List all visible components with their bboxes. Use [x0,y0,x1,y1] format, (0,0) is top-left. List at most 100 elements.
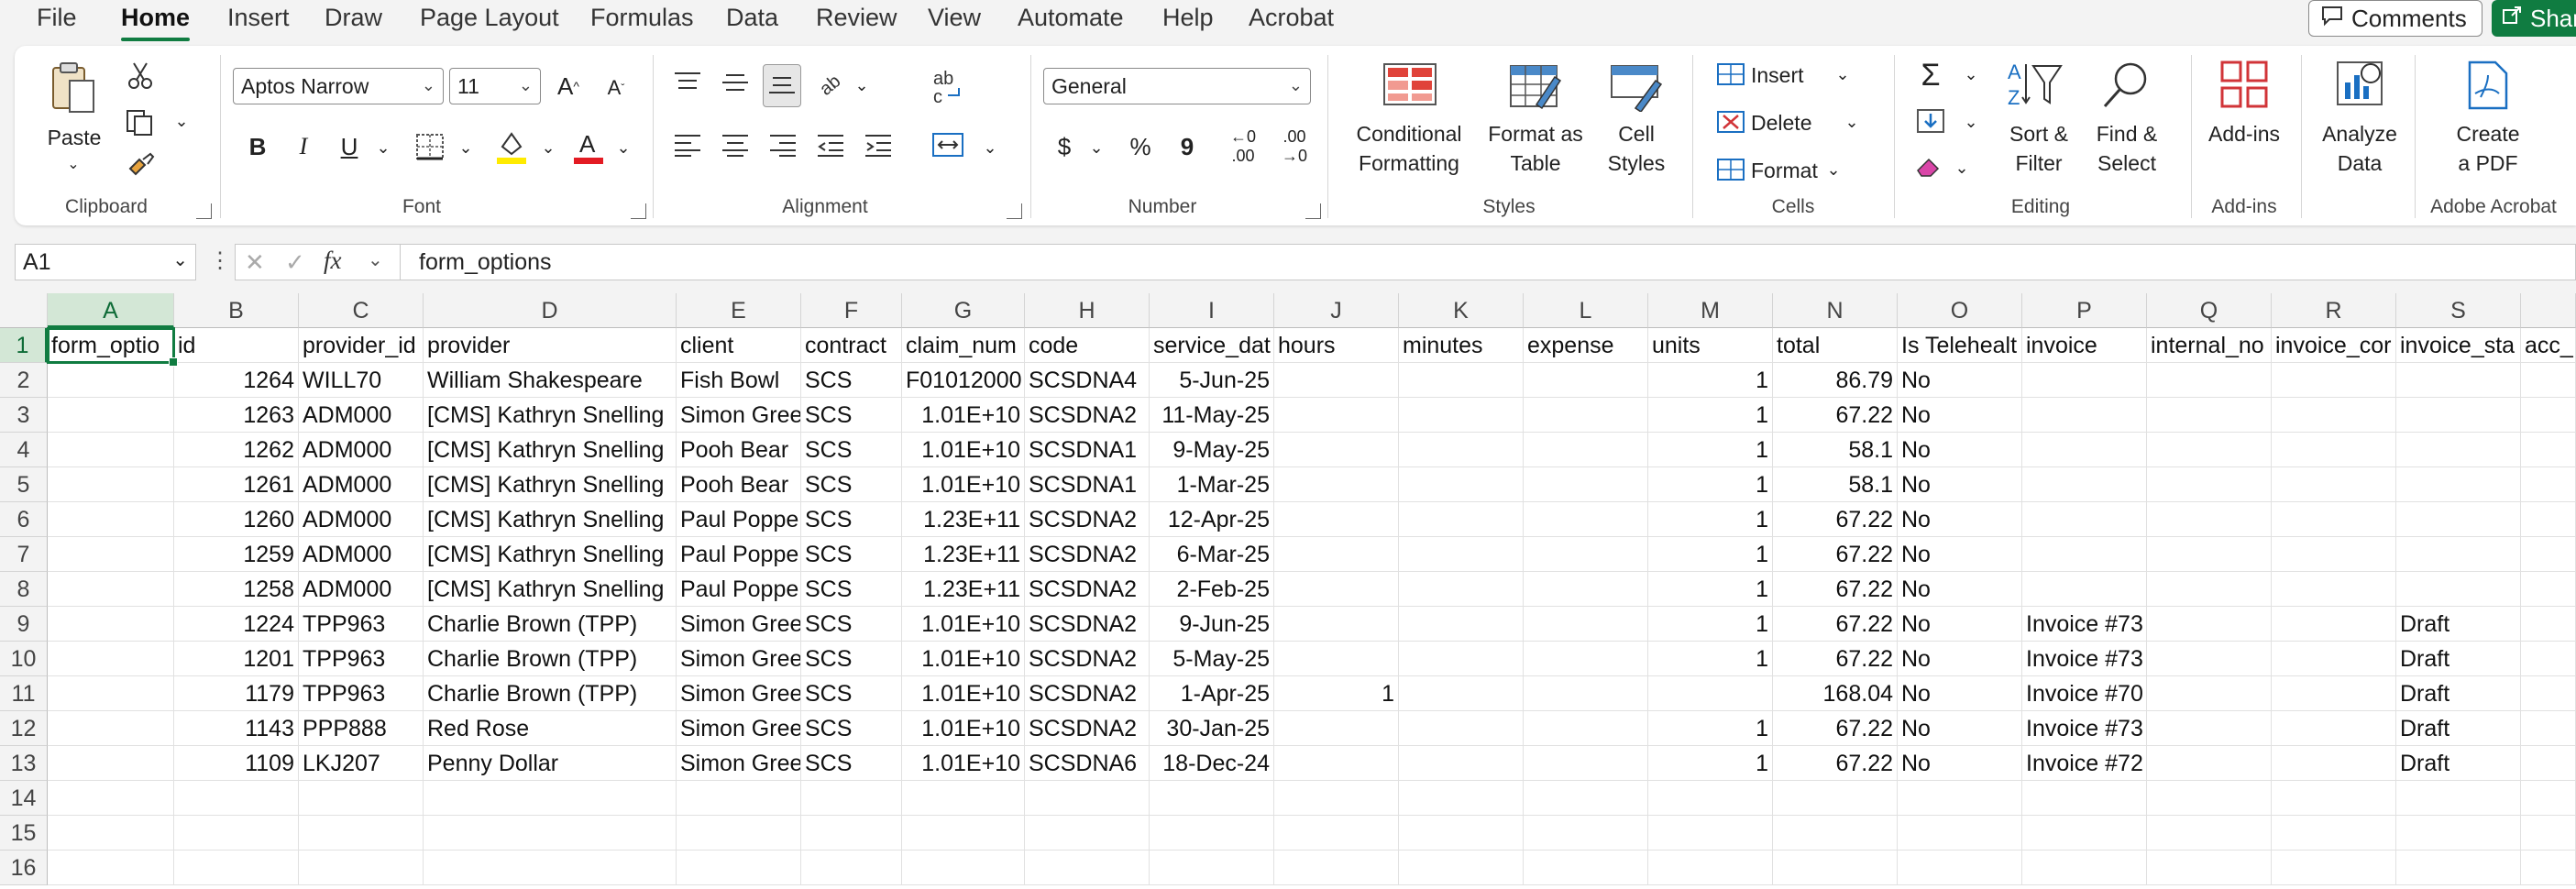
cell-q6[interactable] [2147,502,2272,537]
cell-k14[interactable] [1399,781,1524,816]
cell-b3[interactable]: 1263 [174,398,299,433]
insert-cells-label[interactable]: Insert [1751,60,1815,90]
cell-k9[interactable] [1399,607,1524,642]
row-header[interactable]: 10 [0,642,48,676]
cell-l15[interactable] [1524,816,1648,851]
cell-f13[interactable]: SCS [801,746,902,781]
cell-o16[interactable] [1898,851,2022,885]
cell-m11[interactable] [1648,676,1773,711]
cell-g10[interactable]: 1.01E+10 [902,642,1025,676]
cell-m9[interactable]: 1 [1648,607,1773,642]
row-header[interactable]: 13 [0,746,48,781]
cell-n4[interactable]: 58.1 [1773,433,1898,467]
cell-i9[interactable]: 9-Jun-25 [1150,607,1274,642]
cell-h5[interactable]: SCSDNA1 [1025,467,1150,502]
cell-p10[interactable]: Invoice #73 [2022,642,2147,676]
cell-k7[interactable] [1399,537,1524,572]
cell-l5[interactable] [1524,467,1648,502]
cell-e15[interactable] [677,816,801,851]
cell-styles-icon[interactable] [1610,62,1665,116]
cell-h12[interactable]: SCSDNA2 [1025,711,1150,746]
fill-icon[interactable] [1916,108,1945,138]
cell-d9[interactable]: Charlie Brown (TPP) [424,607,677,642]
cell-c5[interactable]: ADM000 [299,467,424,502]
cell-d8[interactable]: [CMS] Kathryn Snelling [424,572,677,607]
cell-c12[interactable]: PPP888 [299,711,424,746]
cell-j10[interactable] [1274,642,1399,676]
cell-c16[interactable] [299,851,424,885]
cell-m15[interactable] [1648,816,1773,851]
cell-r14[interactable] [2272,781,2396,816]
cell-m5[interactable]: 1 [1648,467,1773,502]
menu-tab-page-layout[interactable]: Page Layout [420,4,559,32]
cell-f12[interactable]: SCS [801,711,902,746]
cell-r4[interactable] [2272,433,2396,467]
chevron-down-icon[interactable]: ⌄ [1953,154,1971,181]
cell-s11[interactable]: Draft [2396,676,2521,711]
cell-d2[interactable]: William Shakespeare [424,363,677,398]
cell-i14[interactable] [1150,781,1274,816]
cell-b2[interactable]: 1264 [174,363,299,398]
cell-a10[interactable] [48,642,174,676]
paste-label[interactable]: Paste [46,123,103,152]
insert-cells-icon[interactable] [1716,62,1745,91]
cell-o7[interactable]: No [1898,537,2022,572]
cell-s16[interactable] [2396,851,2521,885]
cell-a15[interactable] [48,816,174,851]
fill-color-icon[interactable] [495,128,528,170]
delete-cells-label[interactable]: Delete [1751,108,1824,137]
cell-o9[interactable]: No [1898,607,2022,642]
cell-q7[interactable] [2147,537,2272,572]
cell-f8[interactable]: SCS [801,572,902,607]
cell-b8[interactable]: 1258 [174,572,299,607]
cell-g4[interactable]: 1.01E+10 [902,433,1025,467]
cell-n8[interactable]: 67.22 [1773,572,1898,607]
menu-tab-data[interactable]: Data [726,4,778,32]
cell-b7[interactable]: 1259 [174,537,299,572]
cell-k16[interactable] [1399,851,1524,885]
cell-s14[interactable] [2396,781,2521,816]
align-right-icon[interactable] [768,132,798,162]
row-header[interactable]: 5 [0,467,48,502]
cell-d6[interactable]: [CMS] Kathryn Snelling [424,502,677,537]
menu-tab-acrobat[interactable]: Acrobat [1249,4,1334,32]
conditional-formatting-icon[interactable] [1382,62,1437,113]
cell-m14[interactable] [1648,781,1773,816]
cell-p12[interactable]: Invoice #73 [2022,711,2147,746]
cell-b11[interactable]: 1179 [174,676,299,711]
cell-h6[interactable]: SCSDNA2 [1025,502,1150,537]
cell-c9[interactable]: TPP963 [299,607,424,642]
cell-r16[interactable] [2272,851,2396,885]
column-header-f[interactable]: F [801,293,902,328]
create-pdf-label2[interactable]: a PDF [2442,148,2534,178]
cell-f16[interactable] [801,851,902,885]
cell-c1[interactable]: provider_id [299,328,424,363]
cell-j4[interactable] [1274,433,1399,467]
row-header[interactable]: 8 [0,572,48,607]
cell-p9[interactable]: Invoice #73 [2022,607,2147,642]
find-select-label2[interactable]: Select [2081,148,2173,178]
cell-j3[interactable] [1274,398,1399,433]
cell-k3[interactable] [1399,398,1524,433]
cell-r11[interactable] [2272,676,2396,711]
cell-a3[interactable] [48,398,174,433]
cell-a2[interactable] [48,363,174,398]
cell-i13[interactable]: 18-Dec-24 [1150,746,1274,781]
row-header[interactable]: 15 [0,816,48,851]
chevron-down-icon[interactable]: ⌄ [368,248,383,271]
column-header-o[interactable]: O [1898,293,2022,328]
cell-b12[interactable]: 1143 [174,711,299,746]
underline-button[interactable]: U [336,130,363,163]
font-color-icon[interactable]: A [572,128,605,170]
format-cells-label[interactable]: Format [1751,156,1833,185]
cell-k6[interactable] [1399,502,1524,537]
cell-c4[interactable]: ADM000 [299,433,424,467]
decrease-decimal-button[interactable]: .00 →0 [1274,127,1315,165]
cell-r15[interactable] [2272,816,2396,851]
cell-n9[interactable]: 67.22 [1773,607,1898,642]
cell-k5[interactable] [1399,467,1524,502]
format-as-table-label1[interactable]: Format as [1476,119,1595,148]
cell-s1[interactable]: invoice_sta [2396,328,2521,363]
cell-e16[interactable] [677,851,801,885]
cell-c15[interactable] [299,816,424,851]
